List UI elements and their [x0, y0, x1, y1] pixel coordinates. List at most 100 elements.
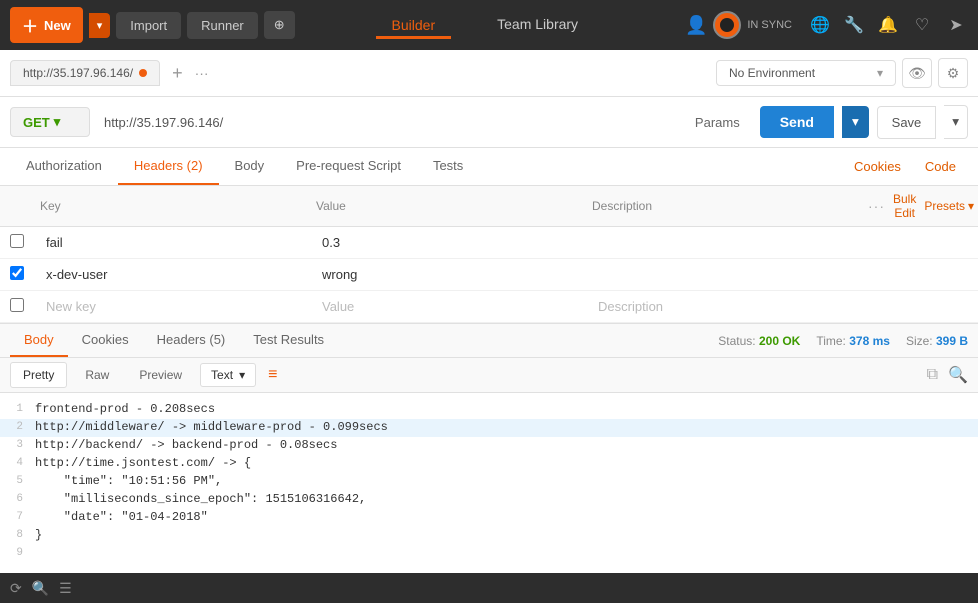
code-line-1: 1frontend-prod - 0.208secs — [0, 401, 978, 419]
row1-key[interactable]: fail — [40, 233, 316, 252]
copy-button[interactable]: ⧉ — [927, 365, 938, 385]
row1-value[interactable]: 0.3 — [316, 233, 592, 252]
more-options-button[interactable]: ··· — [868, 198, 885, 214]
line-number: 4 — [0, 456, 35, 469]
main-content: http://35.197.96.146/ + ··· No Environme… — [0, 50, 978, 573]
url-more-button[interactable]: ··· — [195, 65, 209, 81]
row-new-key[interactable]: New key — [40, 297, 316, 316]
url-tab[interactable]: http://35.197.96.146/ — [10, 60, 160, 86]
request-tabs-row: Authorization Headers (2) Body Pre-reque… — [0, 148, 978, 186]
new-caret-button[interactable]: ▾ — [89, 13, 111, 38]
desc-col-header: Description — [592, 199, 868, 213]
check-col-2[interactable] — [10, 266, 40, 283]
code-line-5: 5 "time": "10:51:56 PM", — [0, 473, 978, 491]
presets-button[interactable]: Presets ▾ — [924, 199, 974, 213]
status-bar-icon-1[interactable]: ⟳ — [10, 580, 22, 597]
tab-authorization[interactable]: Authorization — [10, 148, 118, 185]
send-button[interactable]: Send — [760, 106, 834, 138]
response-tab-body[interactable]: Body — [10, 324, 68, 357]
params-button[interactable]: Params — [683, 109, 752, 136]
response-tab-test-results[interactable]: Test Results — [239, 324, 338, 357]
status-bar-icon-3[interactable]: ☰ — [59, 580, 72, 597]
text-format-chevron-icon: ▾ — [239, 368, 245, 382]
tab-tests[interactable]: Tests — [417, 148, 479, 185]
tab-builder[interactable]: Builder — [376, 11, 452, 39]
plus-icon: ＋ — [22, 13, 38, 37]
row1-checkbox[interactable] — [10, 234, 24, 248]
response-tab-cookies[interactable]: Cookies — [68, 324, 143, 357]
row2-value[interactable]: wrong — [316, 265, 592, 284]
url-add-button[interactable]: + — [168, 63, 187, 84]
headers-table-header: Key Value Description ··· Bulk Edit Pres… — [0, 186, 978, 227]
line-number: 6 — [0, 492, 35, 505]
size-value: 399 B — [936, 334, 968, 348]
line-content: frontend-prod - 0.208secs — [35, 402, 978, 416]
status-value: 200 OK — [759, 334, 800, 348]
code-link[interactable]: Code — [913, 149, 968, 184]
row-new-value[interactable]: Value — [316, 297, 592, 316]
code-line-8: 8} — [0, 527, 978, 545]
gear-icon: ⚙ — [947, 65, 960, 82]
row2-checkbox[interactable] — [10, 266, 24, 280]
line-number: 2 — [0, 420, 35, 433]
save-button[interactable]: Save — [877, 106, 937, 139]
url-bar: http://35.197.96.146/ + ··· No Environme… — [0, 50, 978, 97]
status-bar: ⟳ 🔍 ☰ — [0, 573, 978, 603]
text-format-dropdown[interactable]: Text ▾ — [200, 363, 256, 387]
line-content: http://backend/ -> backend-prod - 0.08se… — [35, 438, 978, 452]
header-row-new: New key Value Description — [0, 291, 978, 323]
url-input[interactable] — [98, 109, 675, 136]
key-col-header: Key — [40, 199, 316, 213]
line-number: 9 — [0, 546, 35, 559]
resp-tab-raw[interactable]: Raw — [73, 363, 121, 387]
row-new-checkbox[interactable] — [10, 298, 24, 312]
env-select[interactable]: No Environment ▾ — [716, 60, 896, 86]
send-icon[interactable]: ➤ — [944, 15, 968, 35]
search-button[interactable]: 🔍 — [948, 365, 968, 385]
row2-key[interactable]: x-dev-user — [40, 265, 316, 284]
send-caret-button[interactable]: ▾ — [842, 106, 869, 138]
wrench-icon[interactable]: 🔧 — [842, 15, 866, 35]
env-gear-button[interactable]: ⚙ — [938, 58, 968, 88]
env-eye-button[interactable]: 👁 — [902, 58, 932, 88]
method-chevron-icon: ▾ — [54, 114, 61, 130]
tab-team-library[interactable]: Team Library — [481, 10, 594, 41]
wrap-lines-icon[interactable]: ≡ — [268, 366, 277, 384]
runner-button[interactable]: Runner — [187, 12, 258, 39]
globe-icon[interactable]: 🌐 — [808, 15, 832, 35]
row1-desc[interactable] — [592, 241, 868, 245]
row2-desc[interactable] — [592, 273, 868, 277]
save-caret-button[interactable]: ▾ — [944, 105, 968, 139]
resp-actions: ⧉ 🔍 — [927, 365, 968, 385]
cookies-link[interactable]: Cookies — [842, 149, 913, 184]
tab-pre-request-script[interactable]: Pre-request Script — [280, 148, 417, 185]
eye-icon: 👁 — [908, 65, 926, 82]
bulk-edit-button[interactable]: Bulk Edit — [893, 192, 916, 220]
nav-icons: 🌐 🔧 🔔 ♡ ➤ — [808, 15, 968, 35]
resp-tab-pretty[interactable]: Pretty — [10, 362, 67, 388]
code-line-6: 6 "milliseconds_since_epoch": 1515106316… — [0, 491, 978, 509]
url-tab-dot — [139, 69, 147, 77]
code-area: 1frontend-prod - 0.208secs2http://middle… — [0, 393, 978, 573]
import-button[interactable]: Import — [116, 12, 181, 39]
headers-table: Key Value Description ··· Bulk Edit Pres… — [0, 186, 978, 324]
status-bar-icon-2[interactable]: 🔍 — [32, 580, 49, 597]
sync-badge: 👤 IN SYNC — [685, 11, 792, 39]
check-col-new[interactable] — [10, 298, 40, 315]
env-chevron-icon: ▾ — [877, 66, 883, 80]
row-new-desc[interactable]: Description — [592, 297, 868, 316]
value-col-header: Value — [316, 199, 592, 213]
size-label: Size: 399 B — [906, 334, 968, 348]
time-label: Time: 378 ms — [816, 334, 890, 348]
resp-tab-preview[interactable]: Preview — [127, 363, 194, 387]
add-request-button[interactable]: ⊕ — [264, 11, 295, 39]
new-button[interactable]: ＋ New — [10, 7, 83, 43]
check-col-1[interactable] — [10, 234, 40, 251]
tab-body[interactable]: Body — [219, 148, 281, 185]
response-tab-headers[interactable]: Headers (5) — [143, 324, 240, 357]
heart-icon[interactable]: ♡ — [910, 15, 934, 35]
line-content: "date": "01-04-2018" — [35, 510, 978, 524]
bell-icon[interactable]: 🔔 — [876, 15, 900, 35]
method-select[interactable]: GET ▾ — [10, 107, 90, 137]
tab-headers[interactable]: Headers (2) — [118, 148, 219, 185]
